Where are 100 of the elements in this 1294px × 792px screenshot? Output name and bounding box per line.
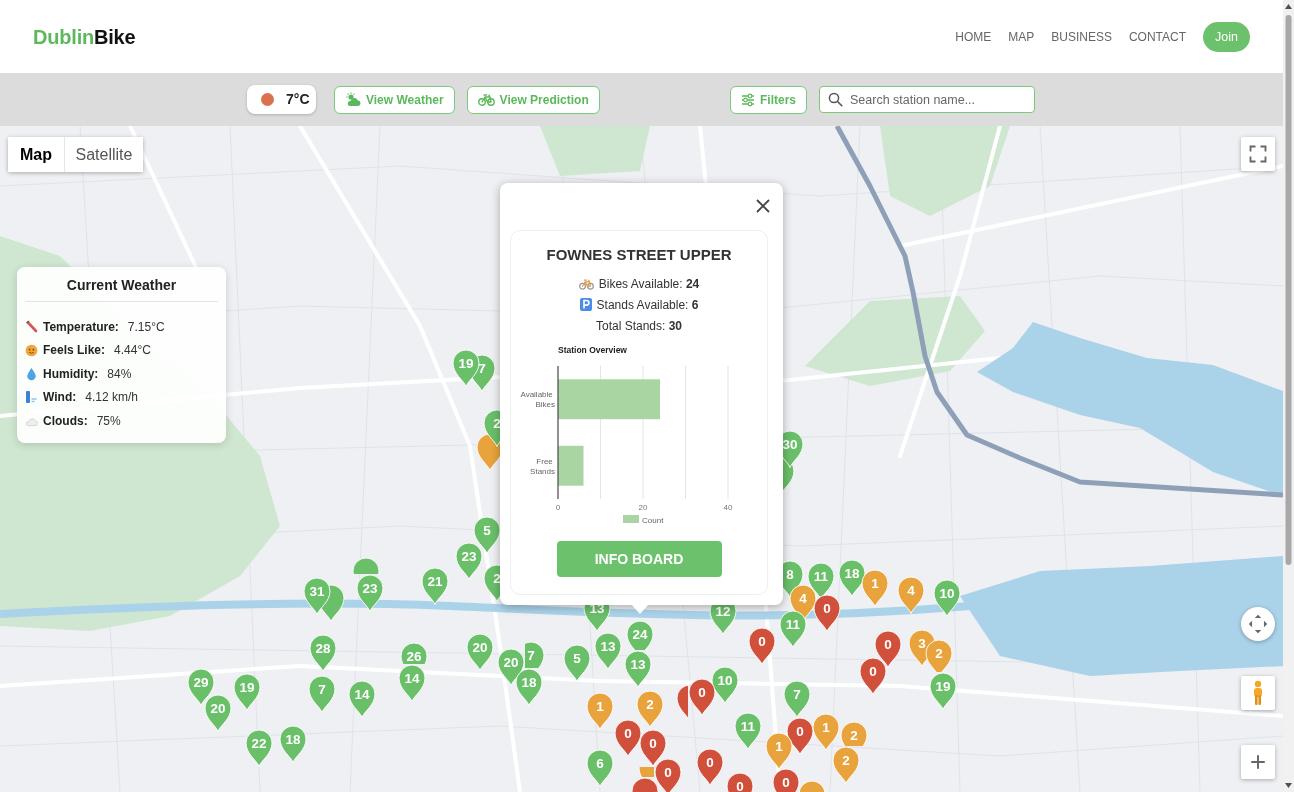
- station-pin[interactable]: 0: [726, 772, 754, 792]
- nav-link[interactable]: HOME: [955, 27, 992, 46]
- station-pin[interactable]: 24: [626, 620, 654, 650]
- chart-title: Station Overview: [558, 345, 627, 355]
- station-pin[interactable]: 0: [786, 717, 814, 755]
- fullscreen-icon: [1248, 144, 1268, 164]
- station-pin[interactable]: 5: [563, 644, 591, 682]
- plus-icon: [1249, 753, 1267, 771]
- station-pin[interactable]: 1: [765, 732, 793, 770]
- weather-label: Wind:: [43, 389, 77, 407]
- view-prediction-button[interactable]: View Prediction: [466, 85, 600, 114]
- station-pin[interactable]: 7: [525, 641, 545, 668]
- station-pin[interactable]: 23: [455, 542, 483, 580]
- search-field[interactable]: Search station name...: [819, 86, 1035, 113]
- weather-label: Feels Like:: [43, 342, 106, 360]
- info-board-button[interactable]: INFO BOARD: [556, 541, 722, 577]
- station-pin[interactable]: 22: [245, 729, 273, 767]
- station-pin[interactable]: 2: [925, 639, 953, 672]
- station-pin[interactable]: 14: [348, 680, 376, 718]
- station-stat: Stands Available: 6: [596, 296, 699, 314]
- temperature-text: 7°C: [286, 90, 310, 109]
- station-pin[interactable]: 2: [840, 721, 868, 746]
- view-weather-button[interactable]: View Weather: [334, 85, 455, 114]
- droplet-icon: [25, 366, 38, 381]
- join-button[interactable]: Join: [1203, 21, 1250, 52]
- station-stat: Total Stands: 30: [595, 317, 683, 335]
- nav-link[interactable]: CONTACT: [1128, 27, 1187, 46]
- cloud-sun-icon: [345, 92, 361, 107]
- station-pin[interactable]: [638, 767, 654, 777]
- station-pin[interactable]: 0: [859, 657, 887, 695]
- map-type-tab[interactable]: Map: [8, 137, 64, 172]
- axis-label: Free Stands: [530, 456, 555, 476]
- face-icon: [25, 343, 38, 357]
- station-pin[interactable]: 1: [586, 692, 614, 730]
- weather-label: Humidity:: [43, 365, 99, 383]
- close-icon: [756, 199, 770, 213]
- station-pin[interactable]: 18: [838, 559, 866, 597]
- page-scrollbar[interactable]: [1283, 0, 1294, 792]
- weather-value: 4.12 km/h: [85, 389, 138, 407]
- station-pin[interactable]: 14: [398, 664, 426, 702]
- station-pin[interactable]: 1: [861, 569, 889, 607]
- legend-label: Count: [642, 515, 664, 525]
- weather-label: Temperature:: [43, 318, 119, 336]
- station-pin[interactable]: 13: [624, 650, 652, 688]
- parking-icon: [579, 298, 592, 311]
- station-pin[interactable]: 11: [734, 712, 762, 750]
- street-view-button[interactable]: [1241, 676, 1275, 710]
- weather-label: Clouds:: [43, 412, 88, 430]
- station-pin[interactable]: 21: [421, 567, 449, 605]
- station-pin[interactable]: 20: [466, 633, 494, 671]
- station-pin[interactable]: 0: [639, 729, 667, 767]
- station-pin[interactable]: 20: [204, 694, 232, 732]
- station-pin[interactable]: 19: [233, 673, 261, 711]
- fullscreen-button[interactable]: [1241, 137, 1275, 171]
- filters-button[interactable]: Filters: [730, 85, 807, 114]
- brand-logo[interactable]: DublinBike: [33, 21, 136, 52]
- station-pin[interactable]: 13: [594, 632, 622, 670]
- station-pin[interactable]: 7: [783, 680, 811, 718]
- station-pin[interactable]: 0: [696, 748, 724, 786]
- nav-link[interactable]: MAP: [1008, 27, 1035, 46]
- station-pin[interactable]: 0: [614, 719, 642, 757]
- station-pin[interactable]: 0: [772, 768, 800, 792]
- station-pin[interactable]: 10: [933, 579, 961, 617]
- tick-label: 20: [638, 503, 648, 512]
- nav-link[interactable]: BUSINESS: [1051, 27, 1112, 46]
- station-pin[interactable]: 18: [279, 725, 307, 763]
- weather-title: Current Weather: [25, 277, 218, 302]
- station-pin[interactable]: 4: [897, 576, 925, 614]
- axis-label: Available Bikes: [520, 390, 555, 410]
- station-pin[interactable]: 26: [400, 642, 428, 664]
- bicycle-icon: [477, 93, 495, 106]
- station-name: FOWNES STREET UPPER: [546, 245, 732, 265]
- station-pin[interactable]: 19: [929, 672, 957, 710]
- tick-label: 40: [723, 503, 733, 512]
- station-pin[interactable]: 19: [452, 349, 480, 387]
- chart-bar: [558, 445, 584, 486]
- station-pin[interactable]: 7: [308, 675, 336, 713]
- weather-value: 7.15°C: [127, 318, 165, 336]
- station-pin[interactable]: 2: [832, 746, 860, 784]
- station-pin[interactable]: 28: [309, 634, 337, 672]
- station-stat: Bikes Available: 24: [598, 275, 700, 293]
- weather-value: 75%: [96, 412, 121, 430]
- map-type-tab[interactable]: Satellite: [64, 137, 143, 172]
- station-pin[interactable]: 6: [586, 749, 614, 787]
- thermometer-icon: [25, 320, 38, 334]
- weather-value: 4.44°C: [114, 342, 151, 360]
- station-pin[interactable]: 0: [813, 594, 841, 632]
- station-pin[interactable]: 1: [812, 713, 840, 751]
- station-pin[interactable]: 2: [636, 690, 664, 728]
- station-pin[interactable]: 0: [874, 630, 902, 668]
- search-icon: [828, 92, 843, 107]
- station-pin[interactable]: 10: [711, 666, 739, 704]
- weather-value: 84%: [107, 365, 132, 383]
- station-pin[interactable]: 18: [515, 668, 543, 706]
- station-pin[interactable]: 0: [748, 627, 776, 665]
- person-icon: [1252, 680, 1264, 706]
- station-pin[interactable]: [352, 557, 380, 574]
- legend-swatch: [623, 515, 639, 523]
- zoom-in-button[interactable]: [1241, 745, 1275, 779]
- station-pin[interactable]: 11: [779, 610, 807, 648]
